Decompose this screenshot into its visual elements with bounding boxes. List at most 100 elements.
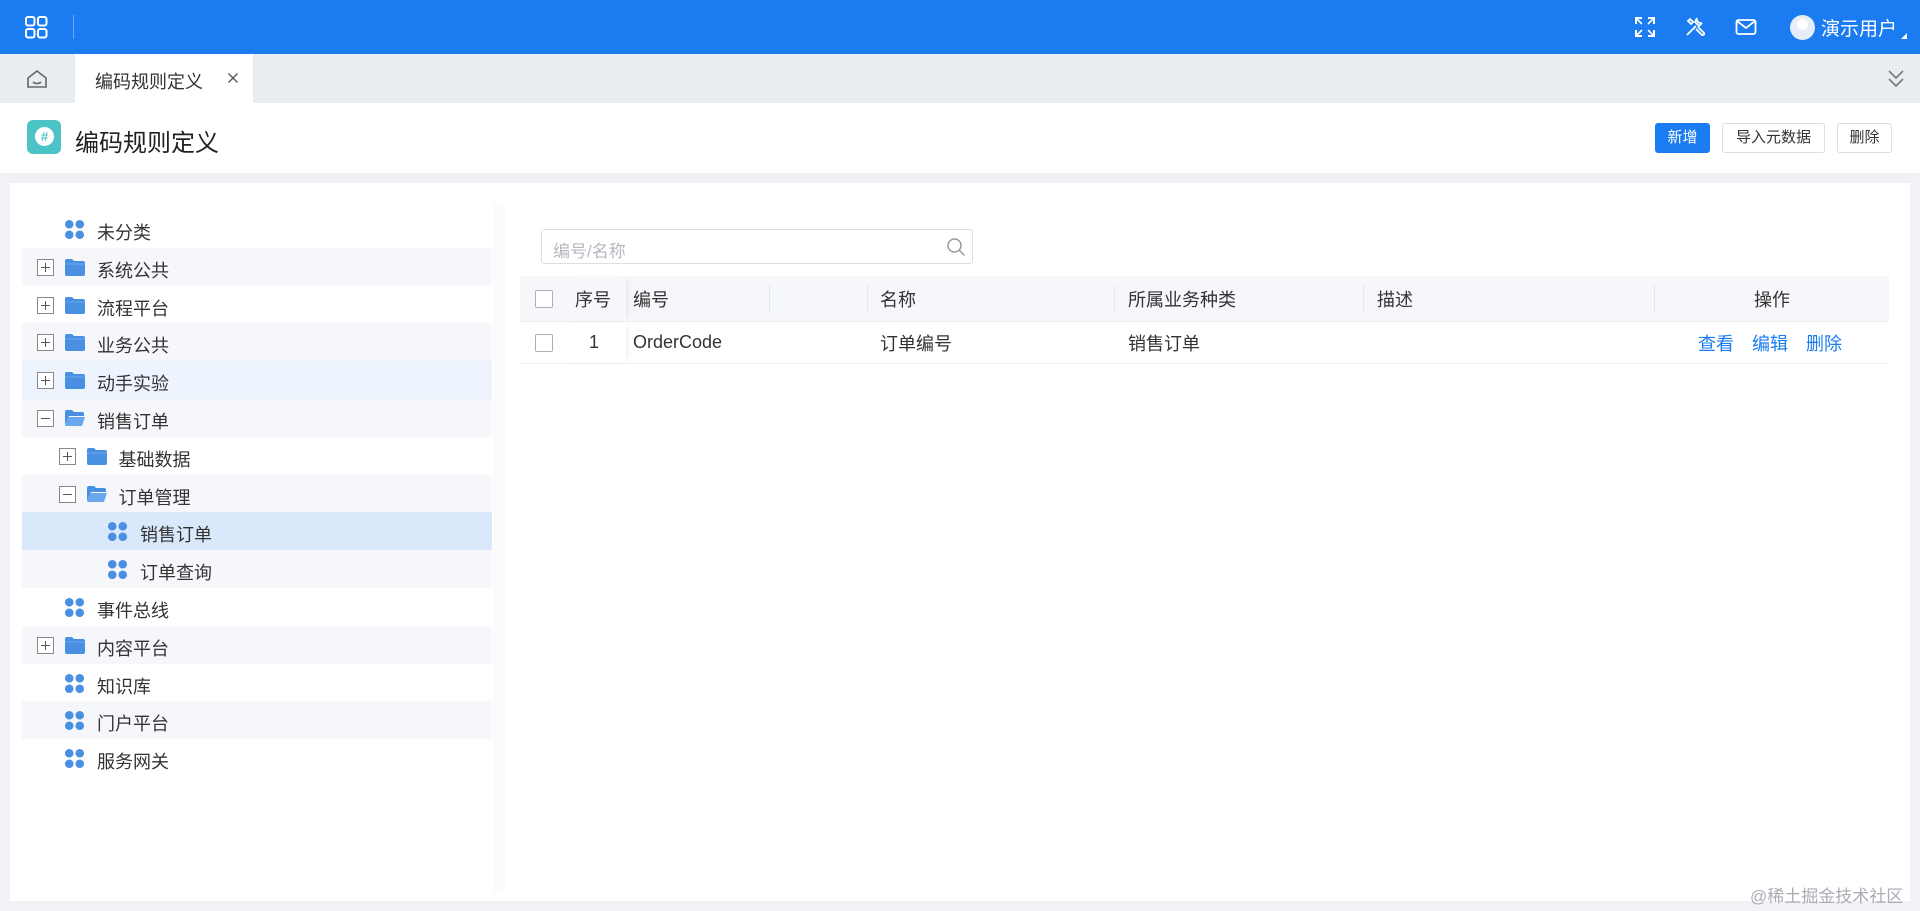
folder-open-icon (86, 485, 108, 504)
tab-label: 编码规则定义 (95, 72, 203, 92)
tree-item[interactable]: 内容平台 (22, 625, 492, 664)
cell-seq: 1 (589, 332, 600, 352)
code-rule-logo-icon: # (27, 120, 61, 154)
user-name: 演示用户 (1821, 18, 1898, 40)
tree-item[interactable]: 服务网关 (22, 739, 492, 777)
delete-link[interactable]: 删除 (1806, 322, 1842, 363)
tree-item-label: 流程平台 (97, 298, 169, 319)
column-divider (1363, 285, 1364, 313)
add-button[interactable]: 新增 (1655, 123, 1710, 153)
expand-toggle-icon[interactable] (37, 372, 54, 390)
page-header: # 编码规则定义 新增 导入元数据 删除 (0, 103, 1920, 173)
tree-item-label: 订单查询 (140, 563, 212, 584)
tree-item[interactable]: 系统公共 (22, 247, 492, 286)
tree-item[interactable]: 动手实验 (22, 361, 492, 400)
chevron-double-down-icon[interactable] (1887, 68, 1905, 90)
tree-item-label: 系统公共 (97, 260, 169, 281)
tree-item-label: 销售订单 (97, 412, 169, 432)
column-divider (1654, 285, 1655, 313)
tree-item-label: 知识库 (97, 676, 151, 697)
expand-toggle-icon[interactable] (37, 334, 54, 352)
tab-code-rule[interactable]: 编码规则定义 (75, 54, 253, 103)
table-row: 1 OrderCode 订单编号 销售订单 查看 编辑 删除 (520, 322, 1889, 364)
tree-item[interactable]: 基础数据 (22, 437, 492, 475)
fullscreen-icon[interactable] (1633, 15, 1657, 39)
header-name: 名称 (880, 289, 916, 310)
collapse-toggle-icon[interactable] (37, 410, 54, 427)
tab-bar: 编码规则定义 (0, 54, 1920, 103)
folder-icon (86, 447, 108, 466)
tree-item-label: 订单管理 (118, 487, 191, 508)
expand-toggle-icon[interactable] (37, 636, 54, 654)
search-input[interactable]: 编号/名称 (541, 229, 973, 264)
user-menu-caret-icon[interactable] (1901, 33, 1907, 39)
tree-item[interactable]: 流程平台 (22, 286, 492, 324)
tree-item[interactable]: 订单查询 (22, 550, 492, 589)
folder-icon (64, 258, 86, 277)
rule-group-icon (64, 748, 85, 769)
rule-group-icon (64, 673, 85, 694)
view-link[interactable]: 查看 (1698, 322, 1734, 363)
table-header: 序号 编号 名称 所属业务种类 描述 操作 (520, 276, 1889, 322)
folder-open-icon (64, 409, 86, 428)
tree-item-label: 动手实验 (97, 374, 169, 395)
tree-item[interactable]: 未分类 (22, 210, 492, 248)
tree-item[interactable]: 销售订单 (22, 399, 492, 437)
cell-category: 销售订单 (1128, 333, 1200, 354)
tree-item-label: 业务公共 (97, 336, 169, 357)
page-title: 编码规则定义 (75, 130, 219, 157)
header-seq: 序号 (575, 289, 611, 310)
tree-item-label: 门户平台 (97, 714, 169, 735)
tree-item[interactable]: 业务公共 (22, 323, 492, 362)
tree-item-label: 销售订单 (140, 525, 212, 546)
tree-item[interactable]: 门户平台 (22, 701, 492, 740)
import-metadata-button[interactable]: 导入元数据 (1722, 123, 1825, 153)
tree-item-label: 服务网关 (97, 752, 169, 773)
header-code: 编号 (633, 289, 669, 310)
tree-item-label: 内容平台 (97, 638, 169, 659)
user-menu[interactable]: 演示用户 (1790, 14, 1897, 40)
row-checkbox[interactable] (535, 334, 553, 352)
tree-item[interactable]: 知识库 (22, 664, 492, 702)
panel-divider (493, 203, 505, 893)
edit-link[interactable]: 编辑 (1752, 322, 1788, 363)
expand-toggle-icon[interactable] (58, 447, 76, 465)
expand-toggle-icon[interactable] (37, 258, 54, 276)
search-icon[interactable] (946, 237, 966, 257)
collapse-toggle-icon[interactable] (58, 485, 76, 503)
tools-icon[interactable] (1683, 15, 1707, 39)
cell-name: 订单编号 (880, 333, 952, 354)
tree-item[interactable]: 销售订单 (22, 512, 492, 551)
close-icon[interactable] (225, 70, 241, 86)
home-icon[interactable] (25, 67, 49, 91)
rule-group-icon (64, 219, 85, 240)
select-all-checkbox[interactable] (535, 290, 553, 308)
delete-button[interactable]: 删除 (1837, 123, 1892, 153)
header-ops: 操作 (1754, 289, 1790, 310)
folder-icon (64, 636, 86, 655)
folder-icon (64, 371, 86, 390)
tree-item-label: 事件总线 (97, 601, 169, 621)
expand-toggle-icon[interactable] (37, 296, 54, 314)
topbar-divider (73, 15, 74, 39)
content-panel: 未分类 系统公共 流程平台 业务公共 动手实验 销售订单 基础数据 订单管理 销售订单 订单查询事… (10, 183, 1910, 901)
column-divider (867, 285, 868, 313)
header-category: 所属业务种类 (1128, 289, 1236, 310)
folder-icon (64, 296, 86, 315)
tree-item-label: 未分类 (97, 223, 151, 243)
folder-icon (64, 333, 86, 352)
header-desc: 描述 (1377, 289, 1413, 310)
tree-item[interactable]: 事件总线 (22, 588, 492, 626)
top-bar: 演示用户 (0, 0, 1920, 54)
tree-item[interactable]: 订单管理 (22, 474, 492, 513)
rule-group-icon (107, 521, 128, 542)
apps-grid-icon[interactable] (25, 16, 48, 39)
cell-code: OrderCode (633, 332, 723, 352)
avatar (1790, 14, 1815, 40)
mail-icon[interactable] (1734, 15, 1758, 39)
logo-glyph: # (35, 127, 54, 146)
search-placeholder: 编号/名称 (553, 242, 626, 261)
rule-group-icon (64, 597, 85, 618)
rule-group-icon (64, 710, 85, 731)
tree-item-label: 基础数据 (118, 449, 191, 470)
